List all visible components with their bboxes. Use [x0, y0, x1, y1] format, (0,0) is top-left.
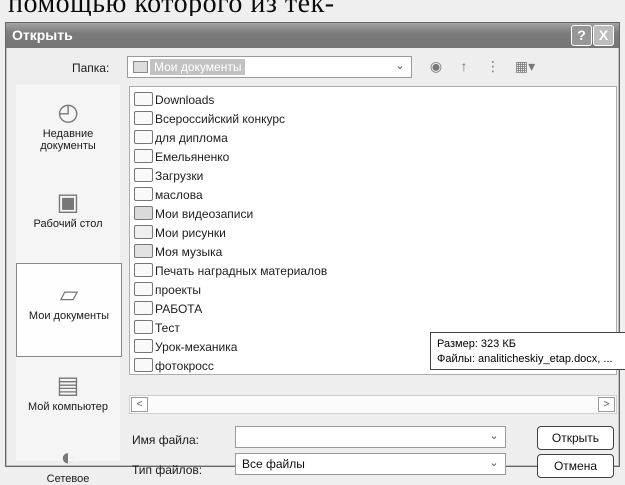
views-menu-icon[interactable]: ▦▾	[511, 58, 539, 76]
folder-icon	[134, 111, 153, 125]
file-name: Всероссийский конкурс	[155, 112, 286, 126]
file-name: проекты	[155, 283, 202, 297]
list-item[interactable]: для диплома	[134, 130, 228, 150]
up-folder-icon[interactable]: ↑	[455, 58, 473, 76]
folder-dropdown[interactable]: Мои документы ⌄	[127, 56, 412, 78]
list-item[interactable]: маслова	[134, 187, 203, 207]
place-label: Мои документы	[28, 310, 110, 322]
file-name: для диплома	[155, 131, 228, 145]
list-item[interactable]: Мои видеозаписи	[134, 206, 253, 226]
new-folder-icon[interactable]: ⋮	[484, 58, 502, 76]
file-name: Печать наградных материалов	[155, 264, 328, 278]
place-label: Недавние документы	[40, 128, 96, 152]
file-name: Емельяненко	[155, 150, 230, 164]
folder-icon	[134, 282, 153, 296]
horizontal-scrollbar[interactable]: < >	[129, 395, 617, 414]
tooltip-size: Размер: 323 КБ	[437, 338, 516, 350]
place-desktop[interactable]: ▣ Рабочий стол	[16, 190, 120, 240]
list-item[interactable]: фотокросс	[134, 358, 214, 378]
titlebar: Открыть ? X	[6, 23, 619, 48]
list-item[interactable]: РАБОТА	[134, 301, 202, 321]
place-my-documents[interactable]: ▱ Мои документы	[16, 263, 122, 357]
close-button[interactable]: X	[593, 25, 614, 46]
filetype-value: Все файлы	[242, 457, 305, 471]
places-bar: ◴ Недавние документы ▣ Рабочий стол ▱ Мо…	[16, 85, 122, 485]
list-item[interactable]: Моя музыка	[134, 244, 222, 264]
filename-input[interactable]: ⌄	[235, 426, 506, 448]
scroll-right-button[interactable]: >	[598, 397, 615, 412]
folder-current-value: Мои документы	[150, 59, 246, 75]
list-item[interactable]: Урок-механика	[134, 339, 237, 359]
tooltip-files: Файлы: analiticheskiy_etap.docx, ...	[437, 353, 613, 365]
folder-icon	[133, 61, 148, 73]
file-name: Downloads	[155, 93, 215, 107]
folder-icon	[134, 263, 153, 277]
place-label: Рабочий стол	[33, 218, 103, 230]
recent-documents-icon: ◴	[57, 99, 79, 126]
page-caption: помощью которого из тек-	[8, 0, 335, 16]
filename-label: Имя файла:	[132, 433, 199, 447]
music-folder-icon	[134, 244, 153, 258]
file-name: маслова	[155, 188, 203, 202]
folder-icon	[134, 187, 153, 201]
list-item[interactable]: Тест	[134, 320, 180, 340]
pictures-folder-icon	[134, 225, 153, 239]
chevron-down-icon[interactable]: ⌄	[487, 429, 501, 443]
dialog-title: Открыть	[12, 27, 73, 43]
folder-icon	[134, 168, 153, 182]
folder-icon	[134, 339, 153, 353]
list-item[interactable]: Загрузки	[134, 168, 203, 188]
place-label: Мой компьютер	[27, 401, 109, 413]
open-button[interactable]: Открыть	[537, 426, 614, 450]
folder-icon	[134, 301, 153, 315]
scroll-left-button[interactable]: <	[131, 397, 148, 412]
back-icon[interactable]: ◉	[427, 58, 445, 76]
list-item[interactable]: проекты	[134, 282, 201, 302]
documents-folder-icon: ▱	[59, 281, 79, 308]
file-name: Загрузки	[155, 169, 204, 183]
chevron-down-icon[interactable]: ⌄	[487, 456, 501, 470]
list-item[interactable]: Мои рисунки	[134, 225, 226, 245]
place-label: Сетевое	[46, 473, 90, 485]
computer-icon: ▤	[56, 372, 80, 399]
place-network[interactable]: ◐ Сетевое	[16, 445, 120, 485]
folder-icon	[134, 130, 153, 144]
file-name: Урок-механика	[155, 340, 238, 354]
chevron-down-icon[interactable]: ⌄	[393, 59, 407, 73]
list-item[interactable]: Емельяненко	[134, 149, 229, 169]
open-file-dialog: Открыть ? X Папка: Мои документы ⌄ ◉ ↑ ⋮…	[5, 22, 625, 485]
place-recent-documents[interactable]: ◴ Недавние документы	[16, 100, 120, 162]
list-item[interactable]: Всероссийский конкурс	[134, 111, 285, 131]
list-item[interactable]: Downloads	[134, 92, 214, 112]
file-name: Мои рисунки	[155, 226, 226, 240]
filetype-label: Тип файлов:	[132, 463, 203, 477]
help-button[interactable]: ?	[571, 25, 592, 46]
folder-icon	[134, 92, 153, 106]
place-my-computer[interactable]: ▤ Мой компьютер	[16, 373, 120, 435]
folder-label: Папка:	[72, 61, 110, 75]
file-name: РАБОТА	[155, 302, 203, 316]
folder-icon	[134, 358, 153, 372]
cancel-button[interactable]: Отмена	[537, 454, 614, 478]
file-name: Моя музыка	[155, 245, 223, 259]
folder-icon	[134, 320, 153, 334]
file-name: фотокросс	[155, 359, 214, 373]
file-name: Мои видеозаписи	[155, 207, 254, 221]
desktop-icon: ▣	[56, 189, 80, 216]
video-folder-icon	[134, 206, 153, 220]
folder-tooltip: Размер: 323 КБ Файлы: analiticheskiy_eta…	[430, 332, 625, 370]
network-icon: ◐	[60, 444, 76, 471]
file-name: Тест	[155, 321, 180, 335]
list-item[interactable]: Печать наградных материалов	[134, 263, 327, 283]
folder-icon	[134, 149, 153, 163]
